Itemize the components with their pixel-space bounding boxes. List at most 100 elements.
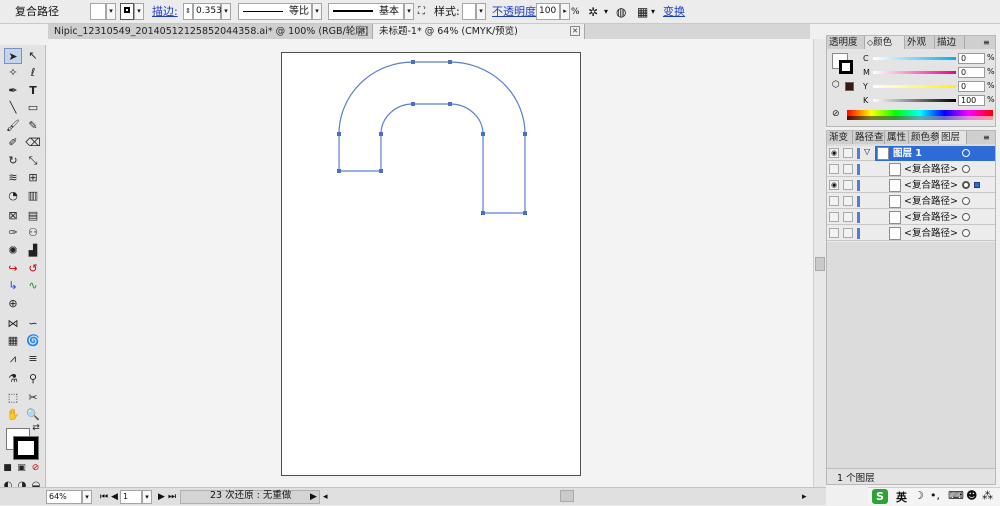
anchor-point[interactable]	[411, 102, 415, 106]
tab-attributes[interactable]: 属性	[885, 131, 909, 144]
yellow-value-input[interactable]: 0	[958, 81, 985, 92]
color-spectrum-bar[interactable]	[847, 110, 993, 120]
zoom-dropdown[interactable]: ▾	[82, 490, 92, 504]
item-name[interactable]: <复合路径>	[904, 211, 958, 224]
target-icon[interactable]	[962, 229, 970, 237]
item-name[interactable]: <复合路径>	[904, 195, 958, 208]
eye-icon[interactable]: ◉	[829, 180, 839, 190]
vertical-scrollbar[interactable]	[813, 39, 826, 487]
gamut-color-swatch[interactable]	[845, 82, 854, 91]
sublayer-row[interactable]: <复合路径>	[827, 226, 995, 241]
lock-toggle[interactable]	[843, 196, 853, 206]
zoom-level-field[interactable]: 64%	[46, 490, 82, 504]
cyan-value-input[interactable]: 0	[958, 53, 985, 64]
black-value-input[interactable]: 100	[958, 95, 985, 106]
tab-color-label: 颜色	[873, 37, 893, 48]
prev-artboard-icon[interactable]: ◀	[111, 488, 118, 506]
lock-toggle[interactable]	[843, 212, 853, 222]
sublayer-row[interactable]: <复合路径>	[827, 194, 995, 209]
unit-label: %	[987, 95, 995, 104]
scroll-right-icon[interactable]: ▸	[802, 488, 807, 506]
panel-menu-icon[interactable]: ≡	[983, 131, 990, 144]
user-icon[interactable]: ☻	[966, 489, 977, 502]
eye-icon[interactable]	[829, 164, 839, 174]
target-icon[interactable]	[962, 149, 970, 157]
target-icon[interactable]	[962, 213, 970, 221]
tab-appearance[interactable]: 外观	[905, 36, 935, 49]
anchor-point[interactable]	[481, 132, 485, 136]
anchor-point[interactable]	[337, 132, 341, 136]
tab-color-guide[interactable]: 颜色参	[909, 131, 940, 144]
tab-stroke[interactable]: 描边	[935, 36, 965, 49]
anchor-point[interactable]	[523, 211, 527, 215]
target-selected-icon[interactable]	[962, 181, 970, 189]
color-panel-tabs: 透明度 ◇颜色 外观 描边 ≡	[827, 36, 995, 49]
anchor-point[interactable]	[379, 169, 383, 173]
eye-icon[interactable]	[829, 196, 839, 206]
item-name[interactable]: <复合路径>	[904, 163, 958, 176]
layer-color-bar	[857, 148, 860, 159]
keyboard-icon[interactable]: ⌨	[948, 489, 964, 502]
sublayer-row[interactable]: ◉ <复合路径>	[827, 178, 995, 193]
eye-icon[interactable]: ◉	[829, 148, 839, 158]
cyan-slider-row: C 0 %	[863, 53, 995, 65]
anchor-point[interactable]	[411, 60, 415, 64]
selection-indicator[interactable]	[974, 182, 980, 188]
scroll-left-icon[interactable]: ◂	[323, 488, 328, 506]
yellow-slider[interactable]	[873, 85, 956, 88]
horizontal-scrollbar-thumb[interactable]	[560, 490, 574, 502]
eye-icon[interactable]	[829, 228, 839, 238]
scrollbar-thumb[interactable]	[815, 257, 825, 271]
tab-layers[interactable]: 图层	[939, 131, 967, 144]
sublayer-row[interactable]: <复合路径>	[827, 210, 995, 225]
lock-toggle[interactable]	[843, 164, 853, 174]
tab-color[interactable]: ◇颜色	[865, 36, 905, 49]
black-slider[interactable]	[873, 99, 956, 102]
cyan-slider[interactable]	[873, 57, 956, 60]
artboard-dropdown[interactable]: ▾	[142, 490, 152, 504]
artboard-number-field[interactable]: 1	[120, 490, 142, 504]
tab-transparency[interactable]: 透明度	[827, 36, 865, 49]
moon-icon[interactable]: ☽	[914, 489, 924, 502]
lock-toggle[interactable]	[843, 228, 853, 238]
first-artboard-icon[interactable]: ⏮	[100, 488, 108, 506]
status-menu-icon[interactable]: ▶	[310, 488, 317, 506]
tab-gradient[interactable]: 渐变	[827, 131, 853, 144]
ime-toolbar: S 英 ☽ •, ⌨ ☻ ⁂	[868, 487, 1000, 505]
anchor-point[interactable]	[523, 132, 527, 136]
next-artboard-icon[interactable]: ▶	[158, 488, 165, 506]
tab-pathfinder[interactable]: 路径查	[853, 131, 885, 144]
none-color-icon[interactable]: ⊘	[832, 109, 840, 119]
lock-toggle[interactable]	[843, 180, 853, 190]
ime-language-toggle[interactable]: 英	[896, 489, 907, 505]
lock-toggle[interactable]	[843, 148, 853, 158]
magenta-slider[interactable]	[873, 71, 956, 74]
target-icon[interactable]	[962, 197, 970, 205]
last-artboard-icon[interactable]: ⏭	[168, 488, 176, 506]
anchor-point[interactable]	[448, 102, 452, 106]
punctuation-icon[interactable]: •,	[930, 489, 940, 502]
target-icon[interactable]	[962, 165, 970, 173]
black-slider-row: K 100 %	[863, 95, 995, 107]
layer-row-1[interactable]: ◉ ▽ 图层 1	[827, 146, 995, 161]
anchor-point[interactable]	[481, 211, 485, 215]
eye-icon[interactable]	[829, 212, 839, 222]
anchor-points	[337, 60, 527, 215]
expand-layer-icon[interactable]: ▽	[864, 147, 870, 156]
tools-icon[interactable]: ⁂	[982, 489, 993, 502]
panel-menu-icon[interactable]: ≡	[983, 36, 990, 49]
slider-label: M	[863, 68, 870, 77]
sogou-logo-icon[interactable]: S	[872, 489, 888, 504]
sublayer-row[interactable]: <复合路径>	[827, 162, 995, 177]
selected-compound-path[interactable]	[338, 61, 526, 214]
layer-name[interactable]: 图层 1	[893, 147, 922, 160]
anchor-point[interactable]	[448, 60, 452, 64]
out-of-gamut-icon[interactable]: ⬡	[832, 80, 840, 90]
anchor-point[interactable]	[337, 169, 341, 173]
panel-stroke-swatch[interactable]	[839, 60, 853, 74]
item-name[interactable]: <复合路径>	[904, 179, 958, 192]
slider-label: K	[863, 96, 869, 105]
magenta-value-input[interactable]: 0	[958, 67, 985, 78]
item-name[interactable]: <复合路径>	[904, 227, 958, 240]
anchor-point[interactable]	[379, 132, 383, 136]
